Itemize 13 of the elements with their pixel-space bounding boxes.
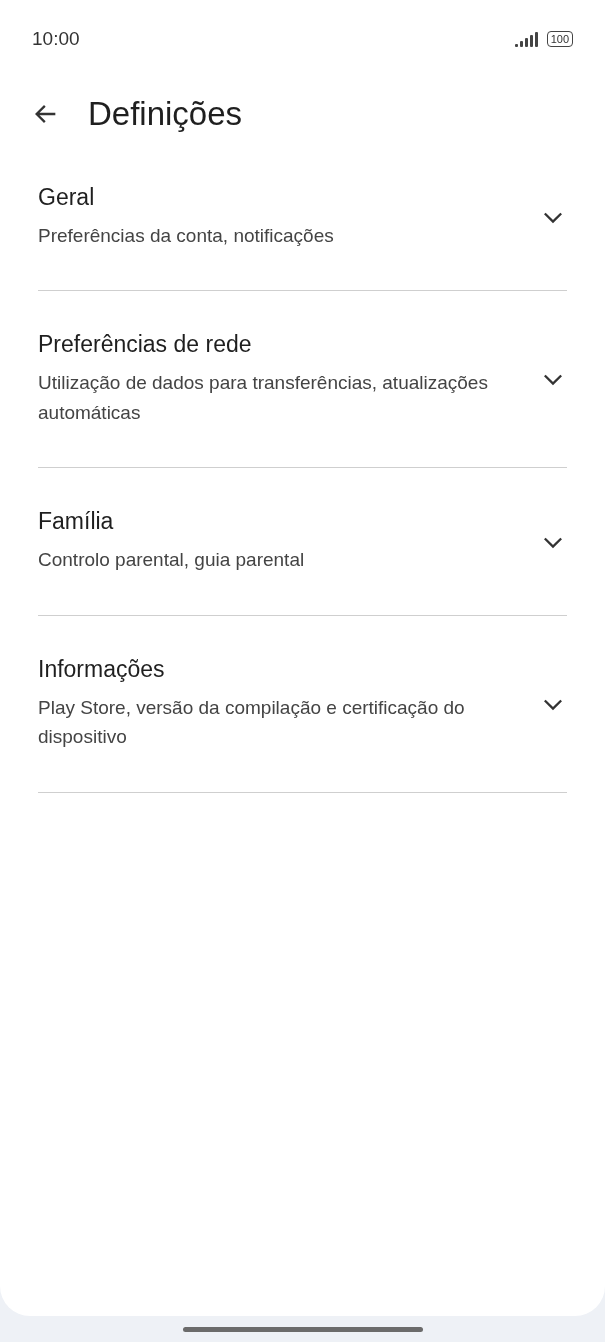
status-time: 10:00: [32, 28, 80, 50]
section-subtitle: Utilização de dados para transferências, atualizações automáticas: [38, 371, 489, 425]
section-subtitle: Play Store, versão da compilação e certificação do dispositivo: [38, 695, 466, 750]
section-title: Família: [38, 508, 115, 536]
signal-icon: [514, 31, 541, 47]
section-subtitle: Controlo parental, guia parental: [38, 548, 306, 573]
page-title: Definições: [88, 95, 243, 133]
section-title: Geral: [38, 184, 96, 211]
section-title: Preferências de rede: [38, 331, 253, 359]
home-indicator[interactable]: [182, 1326, 423, 1332]
section-subtitle: Preferências da conta, notificações: [38, 224, 335, 248]
battery-indicator: 100: [546, 31, 573, 47]
section-title: Informações: [38, 655, 166, 683]
